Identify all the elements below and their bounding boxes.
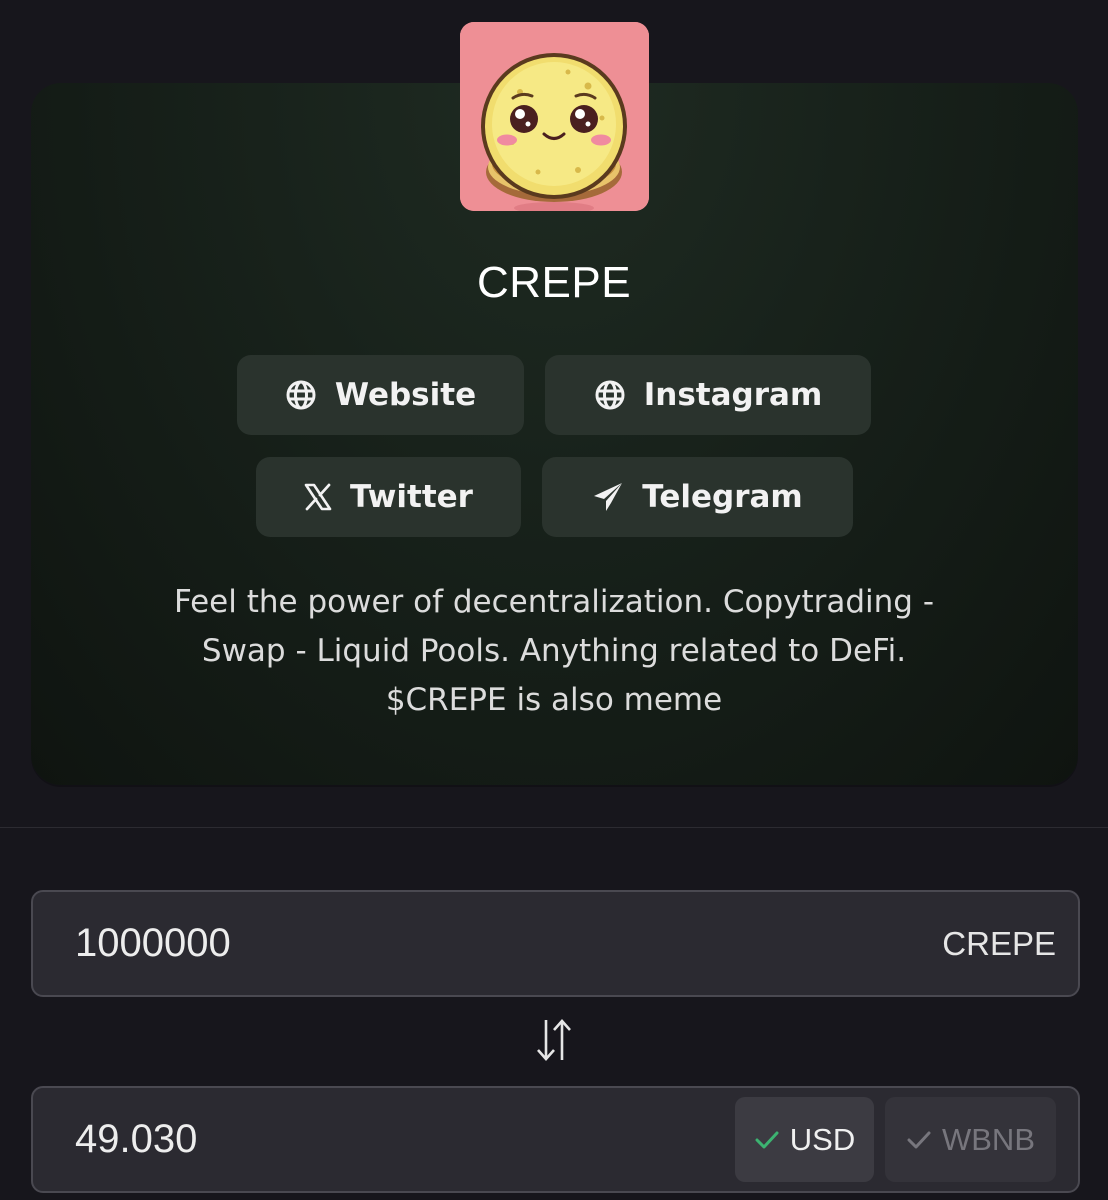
section-divider (0, 827, 1108, 828)
token-amount-input[interactable]: 1000000 (75, 892, 231, 995)
instagram-label: Instagram (643, 377, 823, 413)
paper-plane-icon (594, 483, 623, 511)
crepe-mascot-logo-icon (460, 22, 649, 211)
globe-icon (595, 380, 625, 410)
converted-amount-input[interactable]: 49.030 (75, 1088, 197, 1191)
twitter-button[interactable]: Twitter (256, 457, 521, 537)
globe-icon (286, 380, 316, 410)
unit-wbnb-label: WBNB (942, 1121, 1035, 1157)
token-unit-label: CREPE (942, 925, 1056, 962)
token-logo (460, 22, 649, 211)
token-page: CREPE Website Instagram Twitter Telegram… (0, 0, 1108, 1200)
twitter-label: Twitter (350, 479, 473, 515)
check-icon (907, 1131, 931, 1148)
unit-usd-button[interactable]: USD (735, 1097, 874, 1182)
token-amount-field[interactable]: 1000000 CREPE (31, 890, 1080, 997)
instagram-button[interactable]: Instagram (545, 355, 871, 435)
token-description: Feel the power of decentralization. Copy… (173, 584, 935, 718)
token-name: CREPE (476, 258, 632, 307)
telegram-button[interactable]: Telegram (542, 457, 853, 537)
website-button[interactable]: Website (237, 355, 524, 435)
website-label: Website (334, 377, 477, 413)
converted-amount-field[interactable]: 49.030 USD WBNB (31, 1086, 1080, 1193)
unit-wbnb-button[interactable]: WBNB (885, 1097, 1056, 1182)
check-icon (755, 1131, 779, 1148)
swap-arrows-icon[interactable] (534, 1016, 574, 1064)
x-logo-icon (304, 483, 332, 511)
unit-usd-label: USD (789, 1121, 856, 1157)
telegram-label: Telegram (642, 479, 803, 515)
